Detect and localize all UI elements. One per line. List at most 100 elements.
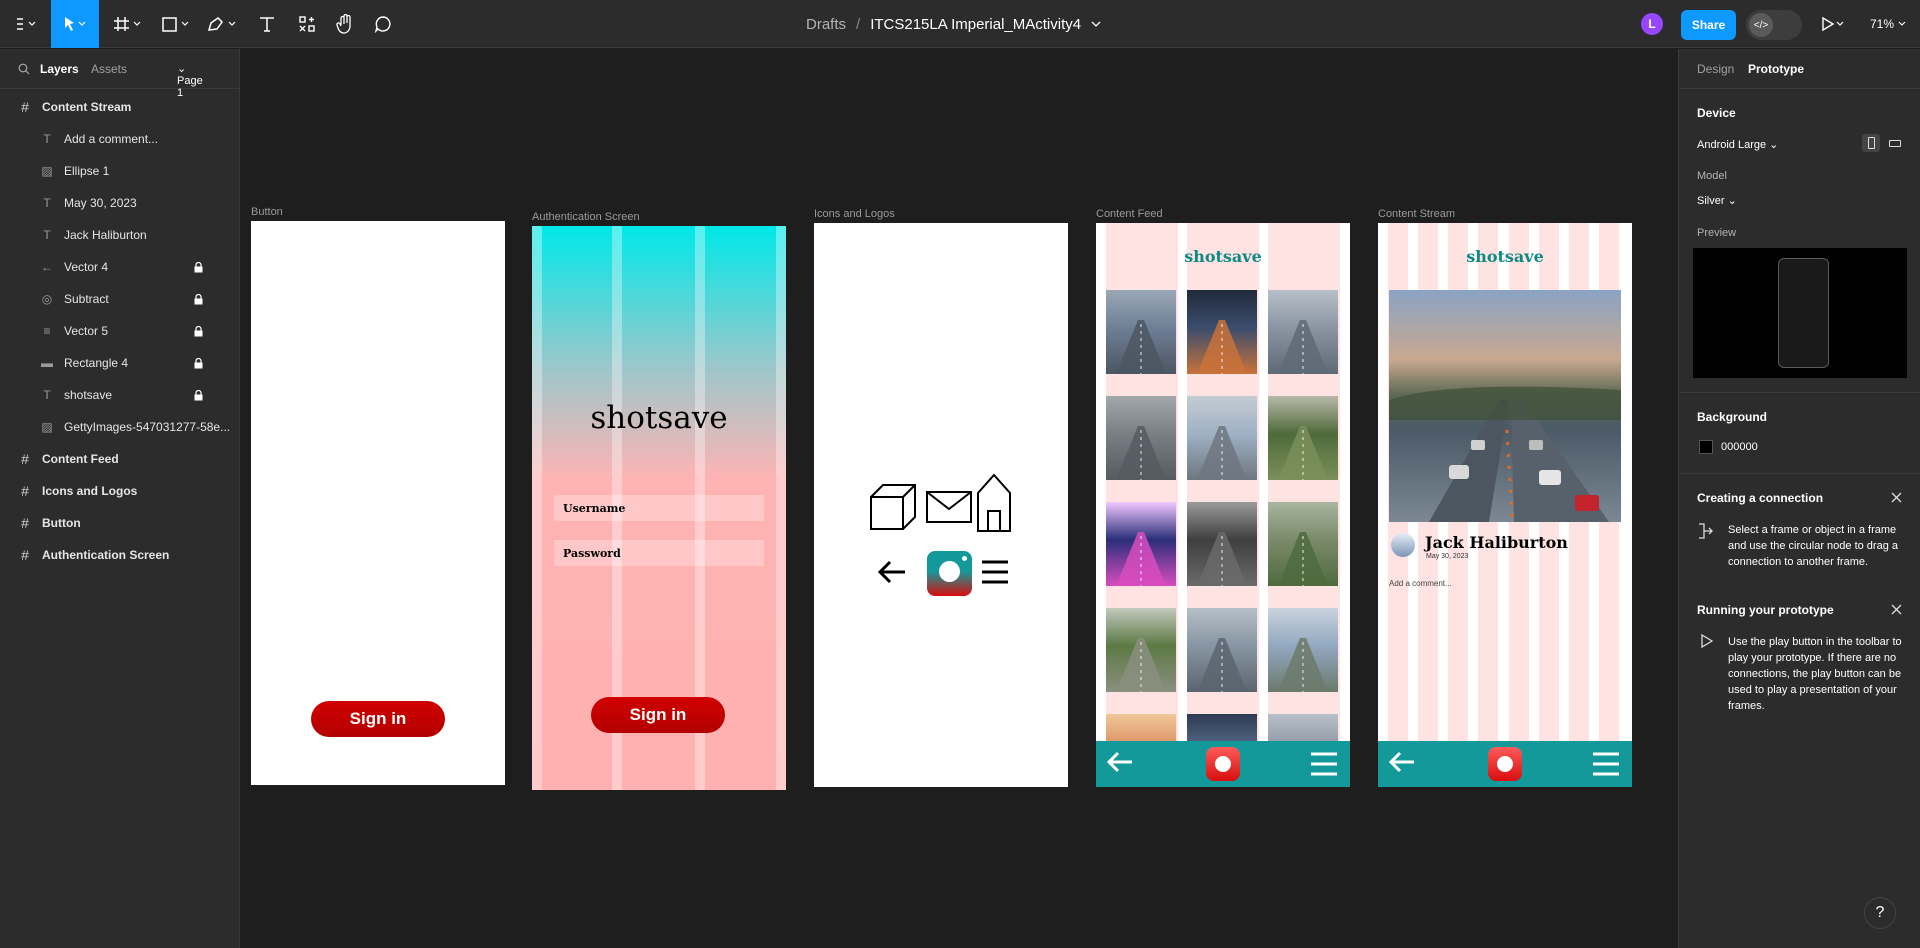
- back-arrow-icon[interactable]: [1388, 750, 1416, 774]
- lock-icon[interactable]: [194, 326, 203, 337]
- background-hex[interactable]: 000000: [1721, 441, 1758, 453]
- canvas[interactable]: Button Sign in Authentication Screen sho…: [241, 49, 1678, 948]
- properties-panel: Design Prototype Device Android Large ⌄ …: [1678, 49, 1920, 948]
- menu-icon[interactable]: [1310, 751, 1338, 777]
- layer-row[interactable]: ▬ Rectangle 4: [0, 347, 239, 379]
- layer-row[interactable]: Tshotsave: [0, 379, 239, 411]
- layer-row[interactable]: # Button: [0, 507, 239, 539]
- text-icon: T: [43, 196, 51, 210]
- play-icon: [1701, 634, 1713, 648]
- resources-button[interactable]: [292, 0, 322, 48]
- menu-icon[interactable]: [1592, 751, 1620, 777]
- camera-icon[interactable]: [1488, 747, 1522, 781]
- dev-mode-toggle[interactable]: </>: [1746, 10, 1802, 40]
- shape-tool-button[interactable]: [158, 0, 194, 48]
- layer-row[interactable]: # Content Feed: [0, 443, 239, 475]
- signin-button[interactable]: Sign in: [311, 701, 445, 737]
- frame-button[interactable]: Sign in: [251, 221, 505, 785]
- auth-app-title: shotsave: [590, 400, 728, 436]
- photo-thumbnail[interactable]: [1187, 502, 1257, 586]
- layer-row[interactable]: ▨ GettyImages-547031277-58e...: [0, 411, 239, 443]
- close-icon[interactable]: [1891, 492, 1902, 503]
- layer-row[interactable]: T Jack Haliburton: [0, 219, 239, 251]
- frame-content-feed[interactable]: shotsave: [1096, 223, 1350, 787]
- photo-thumbnail[interactable]: [1268, 502, 1338, 586]
- photo-thumbnail[interactable]: [1106, 502, 1176, 586]
- chevron-down-icon[interactable]: [1091, 20, 1101, 28]
- background-swatch[interactable]: [1699, 440, 1713, 454]
- frame-label-icons[interactable]: Icons and Logos: [814, 208, 895, 220]
- portrait-toggle[interactable]: [1862, 134, 1880, 152]
- figma-menu-icon: [17, 18, 36, 30]
- photo-thumbnail[interactable]: [1268, 290, 1338, 374]
- photo-thumbnail[interactable]: [1268, 608, 1338, 692]
- layer-row[interactable]: T May 30, 2023: [0, 187, 239, 219]
- stream-bottom-nav: [1378, 741, 1632, 787]
- avatar[interactable]: L: [1641, 13, 1663, 35]
- help-button[interactable]: ?: [1864, 897, 1896, 929]
- layer-row[interactable]: T Add a comment...: [0, 123, 239, 155]
- camera-icon[interactable]: [1206, 747, 1240, 781]
- username-field[interactable]: Username: [554, 495, 764, 521]
- frame-icons-and-logos[interactable]: [814, 223, 1068, 787]
- photo-thumbnail[interactable]: [1187, 608, 1257, 692]
- present-button[interactable]: [1820, 0, 1846, 48]
- breadcrumb-drafts[interactable]: Drafts: [806, 16, 846, 33]
- photo-thumbnail[interactable]: [1187, 290, 1257, 374]
- frame-tool-button[interactable]: [108, 0, 148, 48]
- frame-content-stream[interactable]: shotsave Jack Haliburton May 30, 2023 Ad…: [1378, 223, 1632, 787]
- file-name[interactable]: ITCS215LA Imperial_MActivity4: [870, 16, 1081, 33]
- model-label: Model: [1697, 170, 1727, 182]
- photo-thumbnail[interactable]: [1106, 396, 1176, 480]
- signin-button[interactable]: Sign in: [591, 697, 725, 733]
- close-icon[interactable]: [1891, 604, 1902, 615]
- comment-tool-icon: [374, 16, 391, 33]
- figma-menu-button[interactable]: [8, 0, 44, 48]
- photo-thumbnail[interactable]: [1106, 290, 1176, 374]
- photo-thumbnail[interactable]: [1268, 396, 1338, 480]
- tab-prototype[interactable]: Prototype: [1748, 62, 1804, 76]
- back-arrow-icon: [877, 560, 905, 584]
- layer-row[interactable]: ◎ Subtract: [0, 283, 239, 315]
- layer-row[interactable]: # Icons and Logos: [0, 475, 239, 507]
- frame-label-stream[interactable]: Content Stream: [1378, 208, 1455, 220]
- back-arrow-icon[interactable]: [1106, 750, 1134, 774]
- pen-tool-button[interactable]: [204, 0, 240, 48]
- layer-row[interactable]: ← Vector 4: [0, 251, 239, 283]
- model-select[interactable]: Silver ⌄: [1697, 194, 1737, 207]
- search-icon[interactable]: [18, 63, 30, 75]
- hand-tool-button[interactable]: [330, 0, 360, 48]
- layer-row[interactable]: # Content Stream: [0, 91, 239, 123]
- pen-tool-icon: [207, 17, 236, 31]
- text-tool-button[interactable]: [252, 0, 282, 48]
- landscape-toggle[interactable]: [1886, 134, 1904, 152]
- tab-assets[interactable]: Assets: [91, 62, 127, 76]
- layer-label: GettyImages-547031277-58e...: [64, 420, 231, 434]
- layer-row[interactable]: ≡ Vector 5: [0, 315, 239, 347]
- photo-thumbnail[interactable]: [1106, 608, 1176, 692]
- frame-authentication[interactable]: shotsave Username Password Sign in: [532, 226, 786, 790]
- share-button[interactable]: Share: [1681, 10, 1736, 40]
- zoom-menu[interactable]: 71%: [1870, 0, 1906, 48]
- password-field[interactable]: Password: [554, 540, 764, 566]
- breadcrumb: Drafts / ITCS215LA Imperial_MActivity4: [806, 0, 1101, 48]
- lock-icon[interactable]: [194, 358, 203, 369]
- camera-logo-icon: [927, 551, 972, 596]
- subtract-icon: ◎: [41, 292, 53, 306]
- layer-row[interactable]: ▨ Ellipse 1: [0, 155, 239, 187]
- lock-icon[interactable]: [194, 262, 203, 273]
- comment-tool-button[interactable]: [368, 0, 398, 48]
- tab-design[interactable]: Design: [1697, 62, 1734, 76]
- move-tool-button[interactable]: [51, 0, 99, 48]
- frame-label-button[interactable]: Button: [251, 206, 283, 218]
- page-selector[interactable]: Page 1 ⌄: [177, 62, 203, 99]
- tab-layers[interactable]: Layers: [40, 62, 79, 76]
- frame-label-auth[interactable]: Authentication Screen: [532, 211, 640, 223]
- comment-input[interactable]: Add a comment...: [1389, 579, 1452, 588]
- frame-label-feed[interactable]: Content Feed: [1096, 208, 1163, 220]
- photo-thumbnail[interactable]: [1187, 396, 1257, 480]
- device-select[interactable]: Android Large ⌄: [1697, 138, 1778, 151]
- layer-row[interactable]: # Authentication Screen: [0, 539, 239, 571]
- lock-icon[interactable]: [194, 390, 203, 401]
- lock-icon[interactable]: [194, 294, 203, 305]
